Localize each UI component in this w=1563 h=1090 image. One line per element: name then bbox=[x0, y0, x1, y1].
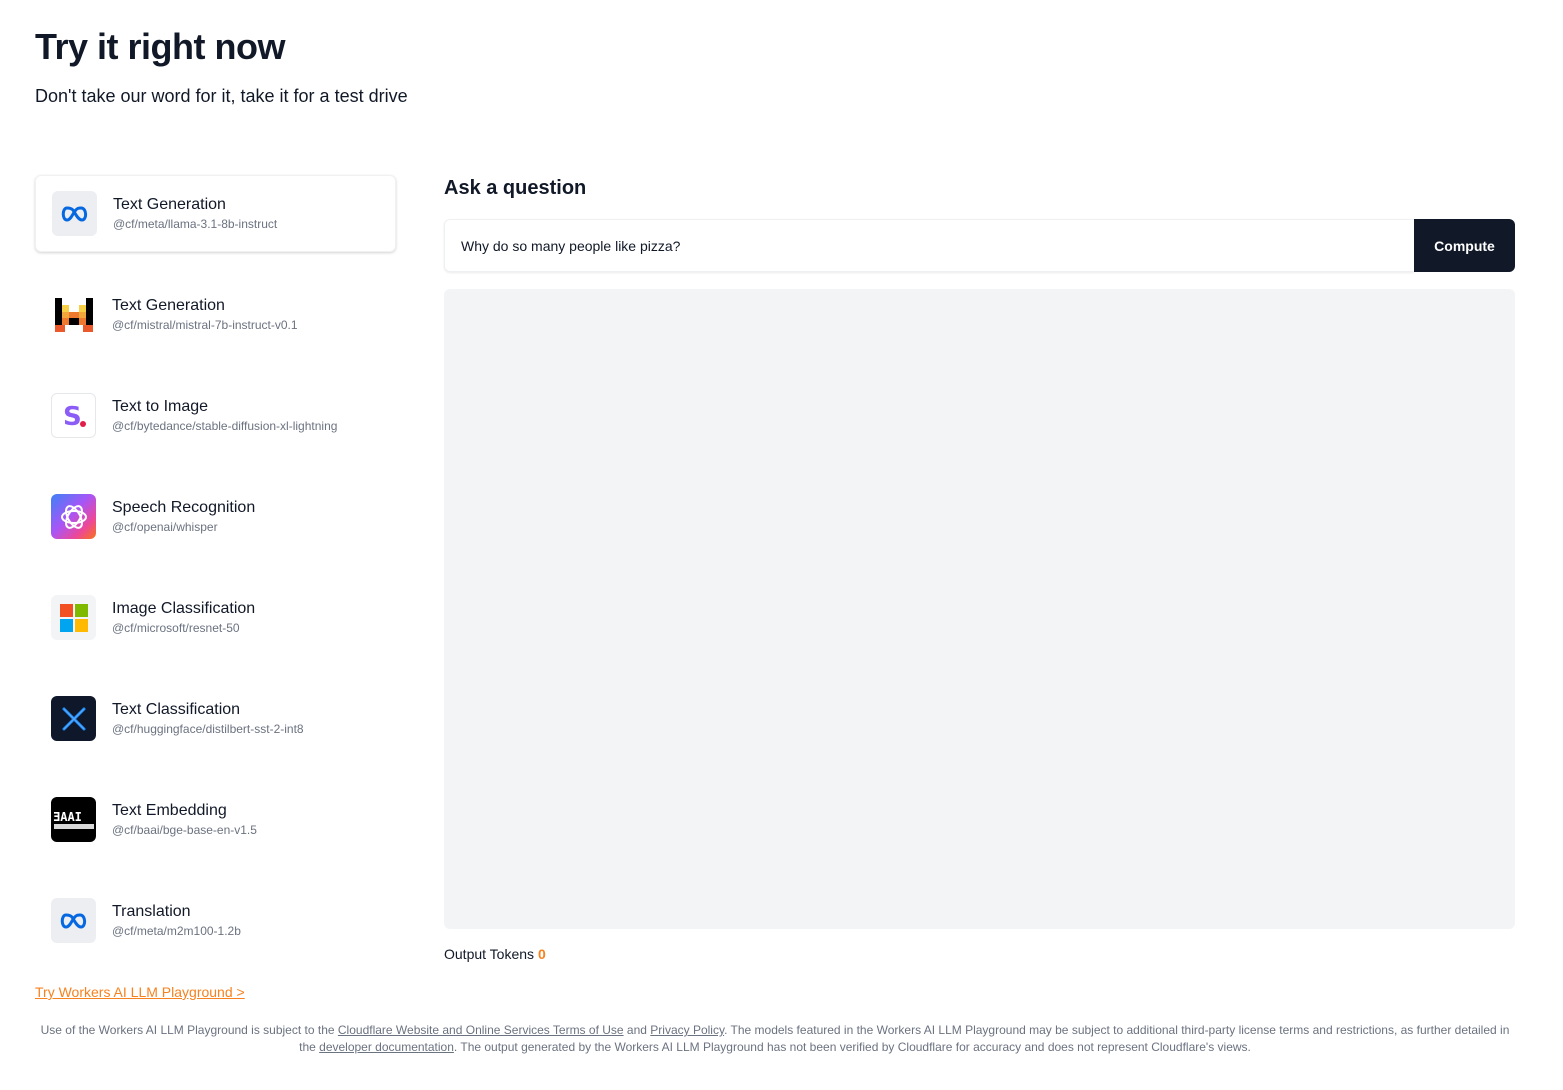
model-item-whisper[interactable]: Speech Recognition @cf/openai/whisper bbox=[35, 478, 396, 555]
compute-button[interactable]: Compute bbox=[1414, 219, 1515, 272]
model-item-llama-3-1[interactable]: Text Generation @cf/meta/llama-3.1-8b-in… bbox=[35, 175, 396, 252]
model-item-resnet[interactable]: Image Classification @cf/microsoft/resne… bbox=[35, 579, 396, 656]
model-item-mistral[interactable]: Text Generation @cf/mistral/mistral-7b-i… bbox=[35, 276, 396, 353]
ask-question-heading: Ask a question bbox=[444, 177, 587, 199]
model-list: Text Generation @cf/meta/llama-3.1-8b-in… bbox=[35, 175, 396, 983]
developer-docs-link[interactable]: developer documentation bbox=[319, 1040, 454, 1054]
svg-text:ƎAAI: ƎAAI bbox=[53, 810, 82, 824]
disclaimer: Use of the Workers AI LLM Playground is … bbox=[40, 1022, 1510, 1056]
model-item-m2m100[interactable]: Translation @cf/meta/m2m100-1.2b bbox=[35, 882, 396, 959]
page-subtitle: Don't take our word for it, take it for … bbox=[35, 86, 408, 106]
question-input[interactable] bbox=[444, 219, 1414, 272]
model-name: Image Classification bbox=[112, 599, 256, 617]
model-id: @cf/mistral/mistral-7b-instruct-v0.1 bbox=[112, 317, 298, 332]
svg-text:S: S bbox=[63, 402, 82, 431]
disclaimer-text: . The output generated by the Workers AI… bbox=[453, 1040, 1251, 1054]
disclaimer-text: Use of the Workers AI LLM Playground is … bbox=[40, 1023, 338, 1037]
mistral-icon bbox=[51, 292, 96, 337]
output-tokens: Output Tokens 0 bbox=[444, 946, 546, 962]
model-item-bge[interactable]: ƎAAI Text Embedding @cf/baai/bge-base-en… bbox=[35, 781, 396, 858]
meta-icon bbox=[51, 898, 96, 943]
huggingface-x-icon bbox=[51, 696, 96, 741]
question-form: Compute bbox=[444, 219, 1515, 272]
model-item-stable-diffusion[interactable]: S Text to Image @cf/bytedance/stable-dif… bbox=[35, 377, 396, 454]
model-name: Text to Image bbox=[112, 397, 209, 415]
model-id: @cf/microsoft/resnet-50 bbox=[112, 620, 240, 635]
llm-playground-link[interactable]: Try Workers AI LLM Playground > bbox=[35, 984, 245, 1000]
model-name: Text Generation bbox=[113, 195, 226, 213]
model-id: @cf/meta/m2m100-1.2b bbox=[112, 923, 241, 938]
model-id: @cf/bytedance/stable-diffusion-xl-lightn… bbox=[112, 418, 338, 433]
model-id: @cf/openai/whisper bbox=[112, 519, 218, 534]
model-id: @cf/meta/llama-3.1-8b-instruct bbox=[113, 216, 278, 231]
microsoft-icon bbox=[51, 595, 96, 640]
model-item-distilbert[interactable]: Text Classification @cf/huggingface/dist… bbox=[35, 680, 396, 757]
model-id: @cf/huggingface/distilbert-sst-2-int8 bbox=[112, 721, 304, 736]
stability-icon: S bbox=[51, 393, 96, 438]
model-name: Translation bbox=[112, 902, 191, 920]
model-name: Text Embedding bbox=[112, 801, 227, 819]
openai-icon bbox=[51, 494, 96, 539]
model-name: Text Classification bbox=[112, 700, 241, 718]
model-name: Text Generation bbox=[112, 296, 225, 314]
meta-icon bbox=[52, 191, 97, 236]
model-id: @cf/baai/bge-base-en-v1.5 bbox=[112, 822, 257, 837]
output-tokens-label: Output Tokens bbox=[444, 946, 535, 962]
terms-of-use-link[interactable]: Cloudflare Website and Online Services T… bbox=[338, 1023, 624, 1037]
output-tokens-count: 0 bbox=[538, 946, 546, 962]
privacy-policy-link[interactable]: Privacy Policy bbox=[650, 1023, 724, 1037]
baai-icon: ƎAAI bbox=[51, 797, 96, 842]
disclaimer-text: and bbox=[623, 1023, 651, 1037]
model-name: Speech Recognition bbox=[112, 498, 256, 516]
output-area bbox=[444, 289, 1515, 929]
page-title: Try it right now bbox=[35, 26, 286, 67]
